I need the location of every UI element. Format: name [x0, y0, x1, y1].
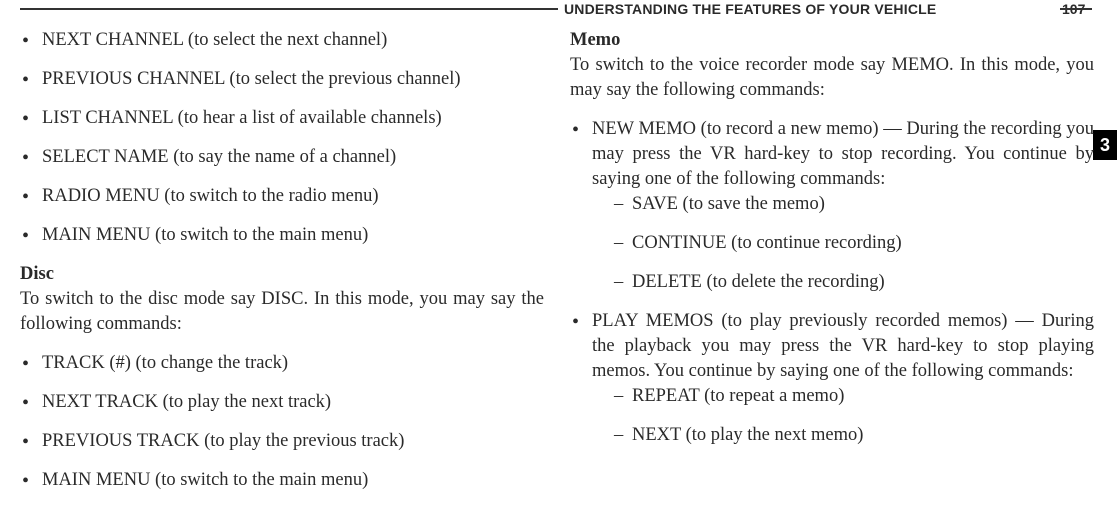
list-item: SELECT NAME (to say the name of a channe…: [20, 145, 544, 170]
list-item: RADIO MENU (to switch to the radio menu): [20, 184, 544, 209]
header-rule-left: [20, 8, 558, 10]
memo-item-text: NEW MEMO (to record a new memo) — During…: [592, 119, 1094, 189]
sub-list-item: NEXT (to play the next memo): [592, 423, 1094, 448]
memo-item-text: PLAY MEMOS (to play previously recorded …: [592, 311, 1094, 381]
memo-sub-list: REPEAT (to repeat a memo) NEXT (to play …: [592, 384, 1094, 448]
list-item: NEXT TRACK (to play the next track): [20, 390, 544, 415]
list-item: PLAY MEMOS (to play previously recorded …: [570, 309, 1094, 448]
list-item: LIST CHANNEL (to hear a list of availabl…: [20, 106, 544, 131]
list-item: TRACK (#) (to change the track): [20, 351, 544, 376]
list-item: NEW MEMO (to record a new memo) — During…: [570, 117, 1094, 295]
sub-list-item: DELETE (to delete the recording): [592, 270, 1094, 295]
memo-title: Memo: [570, 30, 620, 50]
memo-sub-list: SAVE (to save the memo) CONTINUE (to con…: [592, 192, 1094, 295]
disc-command-list: TRACK (#) (to change the track) NEXT TRA…: [20, 351, 544, 493]
radio-command-list: NEXT CHANNEL (to select the next channel…: [20, 28, 544, 248]
list-item: MAIN MENU (to switch to the main menu): [20, 223, 544, 248]
right-column: Memo To switch to the voice recorder mod…: [570, 28, 1094, 507]
sub-list-item: SAVE (to save the memo): [592, 192, 1094, 217]
disc-intro: To switch to the disc mode say DISC. In …: [20, 289, 544, 334]
list-item: MAIN MENU (to switch to the main menu): [20, 468, 544, 493]
list-item: NEXT CHANNEL (to select the next channel…: [20, 28, 544, 53]
list-item: PREVIOUS CHANNEL (to select the previous…: [20, 67, 544, 92]
disc-title: Disc: [20, 264, 54, 284]
memo-command-list: NEW MEMO (to record a new memo) — During…: [570, 117, 1094, 448]
page-content: NEXT CHANNEL (to select the next channel…: [20, 28, 1097, 507]
sub-list-item: CONTINUE (to continue recording): [592, 231, 1094, 256]
header-title: UNDERSTANDING THE FEATURES OF YOUR VEHIC…: [564, 0, 936, 19]
sub-list-item: REPEAT (to repeat a memo): [592, 384, 1094, 409]
header-rule-right: [1060, 8, 1092, 10]
memo-section: Memo To switch to the voice recorder mod…: [570, 28, 1094, 103]
memo-intro: To switch to the voice recorder mode say…: [570, 55, 1094, 100]
left-column: NEXT CHANNEL (to select the next channel…: [20, 28, 544, 507]
disc-section: Disc To switch to the disc mode say DISC…: [20, 262, 544, 337]
list-item: PREVIOUS TRACK (to play the previous tra…: [20, 429, 544, 454]
